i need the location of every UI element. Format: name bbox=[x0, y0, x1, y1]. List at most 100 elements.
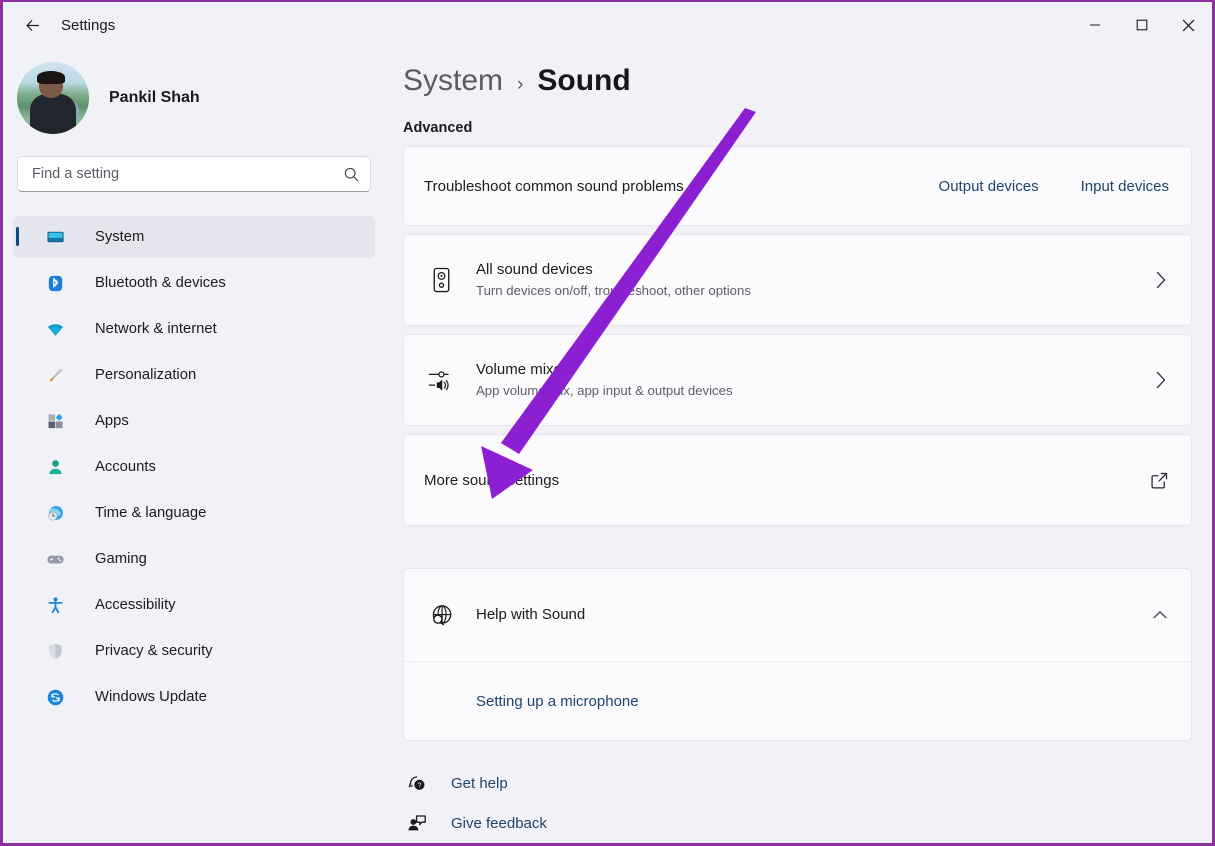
footer-links: ? Get help Give feedback bbox=[403, 763, 1212, 843]
sidebar-item-personalization[interactable]: Personalization bbox=[13, 354, 375, 396]
troubleshoot-card: Troubleshoot common sound problems Outpu… bbox=[403, 146, 1192, 226]
input-devices-link[interactable]: Input devices bbox=[1081, 178, 1169, 195]
more-sound-settings-title: More sound settings bbox=[424, 472, 559, 489]
troubleshoot-title: Troubleshoot common sound problems bbox=[424, 178, 684, 195]
title-bar: Settings bbox=[3, 2, 1212, 48]
main-content: System › Sound Advanced Troubleshoot com… bbox=[385, 48, 1212, 843]
more-sound-settings-card[interactable]: More sound settings bbox=[403, 434, 1192, 526]
volume-mixer-subtitle: App volume mix, app input & output devic… bbox=[476, 382, 1153, 400]
troubleshoot-row: Troubleshoot common sound problems Outpu… bbox=[404, 147, 1191, 225]
maximize-icon bbox=[1136, 19, 1148, 31]
globe-search-icon bbox=[424, 603, 458, 628]
search-icon[interactable] bbox=[343, 166, 360, 183]
sidebar: Pankil Shah System bbox=[3, 48, 385, 843]
volume-mixer-title: Volume mixer bbox=[476, 360, 1153, 380]
close-button[interactable] bbox=[1165, 2, 1212, 48]
volume-mixer-card[interactable]: Volume mixer App volume mix, app input &… bbox=[403, 334, 1192, 426]
external-link-icon[interactable] bbox=[1150, 471, 1169, 490]
sidebar-item-windows-update[interactable]: Windows Update bbox=[13, 676, 375, 718]
caption-buttons bbox=[1071, 2, 1212, 48]
chevron-right-icon[interactable] bbox=[1153, 369, 1169, 391]
sidebar-item-label: Personalization bbox=[95, 367, 196, 383]
gamepad-icon bbox=[45, 549, 65, 569]
maximize-button[interactable] bbox=[1118, 2, 1165, 48]
sidebar-item-system[interactable]: System bbox=[13, 216, 375, 258]
sidebar-item-label: Privacy & security bbox=[95, 643, 213, 659]
chevron-up-icon[interactable] bbox=[1151, 606, 1169, 624]
app-title: Settings bbox=[61, 17, 115, 34]
help-with-sound-card: Help with Sound Setting up a microphone bbox=[403, 568, 1192, 741]
help-with-sound-title: Help with Sound bbox=[476, 605, 1151, 625]
page-title: Sound bbox=[537, 64, 630, 98]
section-label-advanced: Advanced bbox=[403, 120, 1212, 136]
monitor-icon bbox=[45, 227, 65, 247]
paintbrush-icon bbox=[45, 365, 65, 385]
update-refresh-icon bbox=[45, 687, 65, 707]
clock-globe-icon bbox=[45, 503, 65, 523]
search-input[interactable] bbox=[32, 166, 343, 182]
volume-mixer-icon bbox=[424, 366, 458, 394]
back-button[interactable] bbox=[11, 9, 53, 41]
accessibility-person-icon bbox=[45, 595, 65, 615]
avatar bbox=[17, 62, 89, 134]
get-help-row[interactable]: ? Get help bbox=[403, 763, 1212, 803]
give-feedback-link[interactable]: Give feedback bbox=[451, 815, 547, 832]
help-question-icon: ? bbox=[403, 773, 431, 793]
bluetooth-icon bbox=[45, 273, 65, 293]
sidebar-item-label: Network & internet bbox=[95, 321, 217, 337]
profile-section[interactable]: Pankil Shah bbox=[3, 58, 385, 138]
all-sound-devices-subtitle: Turn devices on/off, troubleshoot, other… bbox=[476, 282, 1153, 300]
sidebar-item-label: System bbox=[95, 229, 144, 245]
sidebar-item-time-language[interactable]: Time & language bbox=[13, 492, 375, 534]
breadcrumb-parent[interactable]: System bbox=[403, 64, 503, 98]
sidebar-nav: System Bluetooth & devices bbox=[3, 216, 385, 718]
sidebar-item-accounts[interactable]: Accounts bbox=[13, 446, 375, 488]
sidebar-item-label: Gaming bbox=[95, 551, 147, 567]
wifi-icon bbox=[45, 319, 65, 339]
speaker-device-icon bbox=[424, 267, 458, 293]
settings-window: Settings bbox=[0, 0, 1215, 846]
sidebar-item-label: Windows Update bbox=[95, 689, 207, 705]
sidebar-item-apps[interactable]: Apps bbox=[13, 400, 375, 442]
svg-text:?: ? bbox=[417, 783, 421, 790]
chevron-right-icon[interactable] bbox=[1153, 269, 1169, 291]
breadcrumb: System › Sound bbox=[385, 48, 1212, 98]
minimize-button[interactable] bbox=[1071, 2, 1118, 48]
help-with-sound-text: Help with Sound bbox=[476, 605, 1151, 625]
get-help-link[interactable]: Get help bbox=[451, 775, 508, 792]
all-sound-devices-text: All sound devices Turn devices on/off, t… bbox=[476, 260, 1153, 300]
content-spacer bbox=[385, 534, 1212, 568]
sidebar-item-label: Apps bbox=[95, 413, 129, 429]
back-arrow-icon bbox=[23, 16, 42, 35]
troubleshoot-links: Output devices Input devices bbox=[939, 178, 1169, 195]
volume-mixer-text: Volume mixer App volume mix, app input &… bbox=[476, 360, 1153, 400]
output-devices-link[interactable]: Output devices bbox=[939, 178, 1039, 195]
sidebar-item-accessibility[interactable]: Accessibility bbox=[13, 584, 375, 626]
person-icon bbox=[45, 457, 65, 477]
sidebar-item-privacy-security[interactable]: Privacy & security bbox=[13, 630, 375, 672]
sidebar-item-label: Time & language bbox=[95, 505, 206, 521]
more-sound-settings-row[interactable]: More sound settings bbox=[404, 435, 1191, 525]
search-box[interactable] bbox=[17, 156, 371, 192]
sidebar-item-bluetooth-devices[interactable]: Bluetooth & devices bbox=[13, 262, 375, 304]
help-with-sound-header[interactable]: Help with Sound bbox=[404, 569, 1191, 661]
sidebar-item-label: Accounts bbox=[95, 459, 156, 475]
shield-icon bbox=[45, 641, 65, 661]
feedback-person-icon bbox=[403, 813, 431, 833]
profile-name: Pankil Shah bbox=[109, 89, 200, 107]
setting-up-microphone-link[interactable]: Setting up a microphone bbox=[476, 693, 639, 710]
give-feedback-row[interactable]: Give feedback bbox=[403, 803, 1212, 843]
sidebar-item-label: Bluetooth & devices bbox=[95, 275, 226, 291]
sidebar-item-label: Accessibility bbox=[95, 597, 176, 613]
breadcrumb-separator: › bbox=[517, 74, 523, 96]
close-icon bbox=[1182, 19, 1195, 32]
sidebar-item-network-internet[interactable]: Network & internet bbox=[13, 308, 375, 350]
apps-grid-icon bbox=[45, 411, 65, 431]
help-links: Setting up a microphone bbox=[404, 662, 1191, 740]
minimize-icon bbox=[1089, 19, 1101, 31]
volume-mixer-row[interactable]: Volume mixer App volume mix, app input &… bbox=[404, 335, 1191, 425]
sidebar-item-gaming[interactable]: Gaming bbox=[13, 538, 375, 580]
all-sound-devices-card[interactable]: All sound devices Turn devices on/off, t… bbox=[403, 234, 1192, 326]
all-sound-devices-title: All sound devices bbox=[476, 260, 1153, 280]
all-sound-devices-row[interactable]: All sound devices Turn devices on/off, t… bbox=[404, 235, 1191, 325]
